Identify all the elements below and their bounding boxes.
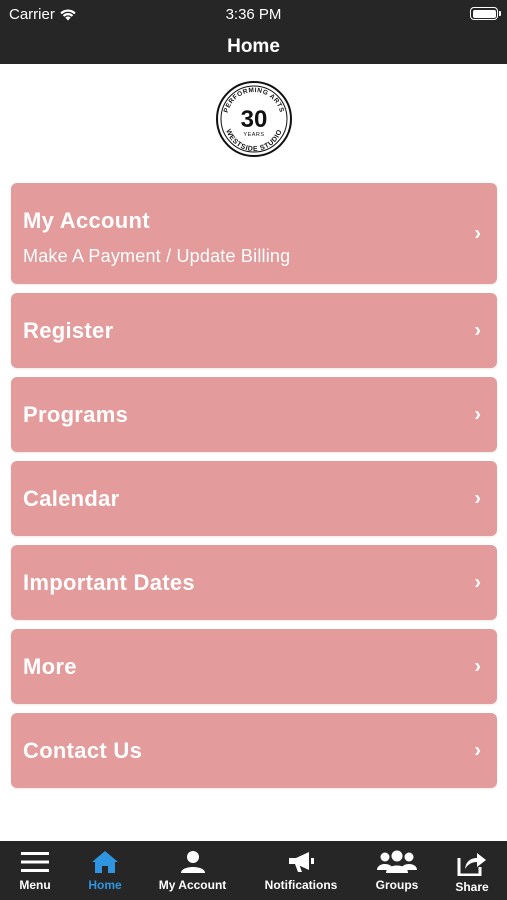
- share-icon: [457, 853, 486, 876]
- chevron-right-icon: ›: [474, 487, 481, 509]
- menu-item-contact-us[interactable]: Contact Us ›: [11, 713, 497, 788]
- logo-years: YEARS: [243, 132, 264, 138]
- tab-menu[interactable]: Menu: [0, 841, 70, 900]
- tab-label: Share: [455, 880, 489, 894]
- tab-label: Menu: [19, 878, 51, 892]
- menu-item-title: More: [23, 653, 77, 679]
- chevron-right-icon: ›: [474, 655, 481, 677]
- tab-groups[interactable]: Groups: [357, 841, 437, 900]
- home-icon: [92, 851, 118, 873]
- user-icon: [180, 851, 205, 873]
- battery-icon: [470, 7, 501, 20]
- tab-bar: Menu Home My Account Notifications Group…: [0, 841, 507, 900]
- menu-item-title: Register: [23, 317, 114, 343]
- chevron-right-icon: ›: [474, 739, 481, 761]
- menu-item-title: Programs: [23, 401, 129, 427]
- menu-item-title: Important Dates: [23, 569, 195, 595]
- megaphone-icon: [289, 852, 314, 872]
- chevron-right-icon: ›: [474, 403, 481, 425]
- status-bar: Carrier 3:36 PM: [0, 0, 507, 30]
- menu-item-subtitle: Make A Payment / Update Billing: [23, 246, 291, 266]
- logo-number: 30: [241, 106, 268, 133]
- tab-label: Groups: [375, 878, 419, 892]
- tab-label: My Account: [158, 878, 227, 892]
- group-icon: [377, 850, 417, 873]
- menu-item-title: My Account: [23, 208, 150, 233]
- chevron-right-icon: ›: [474, 222, 481, 244]
- tab-notifications[interactable]: Notifications: [245, 841, 357, 900]
- tab-my-account[interactable]: My Account: [140, 841, 245, 900]
- menu-item-more[interactable]: More ›: [11, 629, 497, 704]
- menu-item-title: Calendar: [23, 485, 120, 511]
- menu-item-my-account[interactable]: My Account Make A Payment / Update Billi…: [11, 183, 497, 284]
- studio-logo: PERFORMING ARTS 30 YEARS WESTSIDE STUDIO: [215, 80, 293, 158]
- hamburger-icon: [21, 852, 49, 872]
- page-title: Home: [227, 36, 280, 57]
- menu-item-register[interactable]: Register ›: [11, 293, 497, 368]
- tab-home[interactable]: Home: [70, 841, 140, 900]
- chevron-right-icon: ›: [474, 319, 481, 341]
- home-menu: My Account Make A Payment / Update Billi…: [11, 183, 497, 797]
- tab-share[interactable]: Share: [437, 841, 507, 900]
- nav-bar: Home: [0, 30, 507, 64]
- tab-label: Home: [88, 878, 122, 892]
- chevron-right-icon: ›: [474, 571, 481, 593]
- menu-item-important-dates[interactable]: Important Dates ›: [11, 545, 497, 620]
- menu-item-title: Contact Us: [23, 737, 143, 763]
- menu-item-programs[interactable]: Programs ›: [11, 377, 497, 452]
- status-time: 3:36 PM: [225, 6, 282, 23]
- tab-label: Notifications: [264, 878, 338, 892]
- menu-item-calendar[interactable]: Calendar ›: [11, 461, 497, 536]
